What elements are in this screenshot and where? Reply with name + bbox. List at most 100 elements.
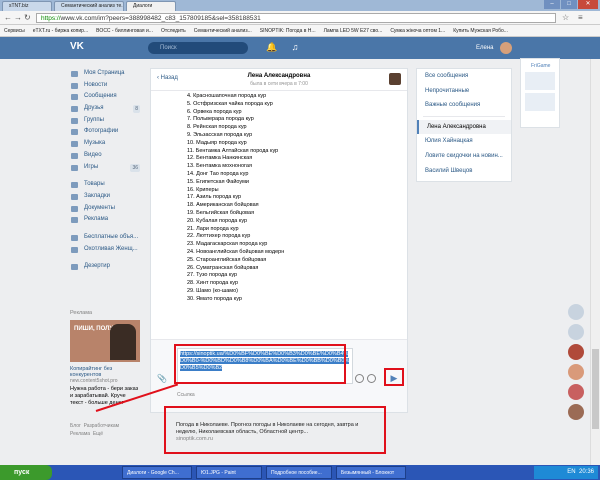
dialog-item[interactable]: Ловите скидочки на новин... bbox=[417, 149, 511, 164]
star-icon[interactable]: ☆ bbox=[562, 13, 569, 22]
paperclip-icon[interactable]: 📎 bbox=[157, 374, 167, 384]
avatar[interactable] bbox=[500, 42, 512, 54]
vk-logo[interactable]: VK bbox=[70, 41, 86, 55]
footer-link[interactable]: Реклама bbox=[70, 431, 90, 437]
music-icon[interactable]: ♫ bbox=[290, 42, 300, 52]
browser-tab-active[interactable]: Диалоги bbox=[126, 1, 176, 11]
bookmark-item[interactable]: BOCC - биллинговая и... bbox=[92, 25, 157, 36]
footer-link[interactable]: Разработчикам bbox=[84, 423, 120, 429]
maximize-icon[interactable]: □ bbox=[561, 0, 577, 9]
bookmark-item[interactable]: SINOPTIK: Погода в Н... bbox=[256, 25, 320, 36]
message-line: 23. Мадагаскарская порода кур bbox=[187, 241, 268, 248]
forward-arrow-icon[interactable]: → bbox=[14, 13, 22, 22]
link-preview: Ссылка bbox=[177, 392, 377, 410]
chat-contact-name[interactable]: Лена Александровна bbox=[151, 73, 407, 79]
close-icon[interactable]: ✕ bbox=[578, 0, 598, 9]
ad-image[interactable]: ПИШИ, ПОЛУЧАЙ bbox=[70, 320, 140, 362]
browser-tab[interactable]: Семантический анализ те... bbox=[54, 1, 124, 11]
video-icon bbox=[71, 152, 78, 159]
send-button[interactable]: ▶ bbox=[387, 372, 401, 384]
url-field[interactable]: https://www.vk.com/im?peers=388998482_c8… bbox=[36, 13, 556, 23]
sidebar-item-app[interactable]: Дезертир bbox=[70, 261, 140, 273]
sidebar-item-video[interactable]: Видео bbox=[70, 150, 140, 162]
filter-all-messages[interactable]: Все сообщения bbox=[417, 69, 511, 84]
sidebar-item-label: Документы bbox=[84, 204, 115, 211]
menu-icon[interactable]: ≡ bbox=[578, 13, 583, 22]
taskbar-item[interactable]: Ю1.JPG - Paint bbox=[196, 466, 262, 479]
bookmark-item[interactable]: Купить Мужская Робо... bbox=[449, 25, 512, 36]
start-button[interactable]: пуск bbox=[0, 465, 52, 480]
search-input[interactable]: Поиск bbox=[148, 42, 248, 54]
sidebar-item-friends[interactable]: Друзья 8 bbox=[70, 103, 140, 115]
chat-head-icon[interactable] bbox=[568, 304, 584, 320]
message-line: 11. Бентамка Алтайская порода кур bbox=[187, 147, 279, 154]
sidebar-item-label: Музыка bbox=[84, 140, 106, 147]
user-name[interactable]: Елена bbox=[476, 45, 494, 51]
chat-head-icon[interactable] bbox=[568, 384, 584, 400]
sidebar-item-music[interactable]: Музыка bbox=[70, 138, 140, 150]
sidebar-item-group[interactable]: Бесплатные объя... bbox=[70, 232, 140, 244]
filter-unread[interactable]: Непрочитанные bbox=[417, 84, 511, 99]
taskbar-item[interactable]: Безымянный - Блокнот bbox=[336, 466, 406, 479]
sidebar-item-news[interactable]: Новости bbox=[70, 80, 140, 92]
bookmark-item[interactable]: Отследить bbox=[157, 25, 190, 36]
chat-header: ‹ Назад Лена Александровна была в сети в… bbox=[151, 69, 407, 91]
footer-link[interactable]: Блог bbox=[70, 423, 81, 429]
taskbar-item[interactable]: Подробное пособие... bbox=[266, 466, 332, 479]
chat-head-icon[interactable] bbox=[568, 344, 584, 360]
message-list: 4. Красношапочная порода кур 5. Остфризск… bbox=[187, 93, 387, 304]
ad-photo bbox=[110, 324, 136, 360]
filter-important[interactable]: Важные сообщения bbox=[417, 98, 511, 113]
dialog-item-active[interactable]: Лена Александровна bbox=[417, 119, 511, 135]
dialog-item[interactable]: Юлия Хайнацкая bbox=[417, 134, 511, 149]
minimize-icon[interactable]: – bbox=[544, 0, 560, 9]
message-line: 4. Красношапочная порода кур bbox=[187, 93, 267, 99]
dialog-item[interactable]: Василий Швецов bbox=[417, 164, 511, 179]
bookmark-item[interactable]: Сервисы bbox=[0, 25, 29, 36]
sidebar-item-groups[interactable]: Группы bbox=[70, 115, 140, 127]
game-widget[interactable]: FriGame bbox=[520, 58, 560, 128]
sidebar-item-my-page[interactable]: Моя Страница bbox=[70, 68, 140, 80]
messages-icon bbox=[71, 94, 78, 101]
link-preview-card[interactable]: Погода в Николаеве. Прогноз погоды в Ник… bbox=[176, 422, 372, 448]
ad-title[interactable]: Копирайтинг без конкурентов bbox=[70, 366, 140, 378]
sidebar-item-bookmarks[interactable]: Закладки bbox=[70, 191, 140, 203]
url-scheme: https:// bbox=[41, 15, 61, 22]
back-arrow-icon[interactable]: ← bbox=[4, 13, 12, 22]
chat-head-icon[interactable] bbox=[568, 404, 584, 420]
bookmark-item[interactable]: eTXT.ru - биржа копир... bbox=[29, 25, 92, 36]
sidebar-item-label: Реклама bbox=[84, 216, 109, 223]
message-line: 25. Староанглийская бойцовая bbox=[187, 256, 267, 263]
sidebar-item-label: Охотливая Женщ... bbox=[84, 245, 138, 252]
sticker-icon[interactable] bbox=[355, 374, 364, 383]
vk-header: VK Поиск 🔔 ♫ Елена bbox=[0, 37, 600, 59]
news-icon bbox=[71, 82, 78, 89]
bookmark-item[interactable]: Лампа LED 5W E27 сво... bbox=[320, 25, 387, 36]
bookmark-item[interactable]: Семантический анализ... bbox=[190, 25, 256, 36]
avatar[interactable] bbox=[389, 73, 401, 85]
sidebar-item-goods[interactable]: Товары bbox=[70, 179, 140, 191]
sidebar-item-messages[interactable]: Сообщения bbox=[70, 91, 140, 103]
game-widget-title: FriGame bbox=[531, 63, 551, 69]
bookmark-item[interactable]: Сумка жіноча оптом 1... bbox=[386, 25, 449, 36]
sidebar-item-documents[interactable]: Документы bbox=[70, 203, 140, 215]
games-icon bbox=[71, 164, 78, 171]
chat-head-icon[interactable] bbox=[568, 324, 584, 340]
message-input[interactable]: https://sinoptik.ua/%D0%BF%D0%BE%D0%B3%D… bbox=[177, 348, 353, 384]
reload-icon[interactable]: ↻ bbox=[24, 13, 31, 22]
page-scrollbar[interactable] bbox=[590, 59, 600, 465]
emoji-icon[interactable] bbox=[367, 374, 376, 383]
taskbar-item[interactable]: Диалоги - Google Ch... bbox=[122, 466, 192, 479]
language-indicator[interactable]: EN bbox=[567, 469, 575, 475]
footer-link[interactable]: Ещё bbox=[93, 431, 103, 437]
sidebar-item-photos[interactable]: Фотографии bbox=[70, 126, 140, 138]
sidebar-item-ads[interactable]: Реклама bbox=[70, 214, 140, 226]
sidebar-item-games[interactable]: Игры 36 bbox=[70, 162, 140, 174]
bell-icon[interactable]: 🔔 bbox=[266, 42, 277, 52]
chat-head-icon[interactable] bbox=[568, 364, 584, 380]
scrollbar-thumb[interactable] bbox=[592, 349, 599, 429]
ad-block[interactable]: Реклама ПИШИ, ПОЛУЧАЙ Копирайтинг без ко… bbox=[70, 310, 140, 407]
system-tray: EN 20:36 bbox=[534, 466, 598, 479]
sidebar-item-group[interactable]: Охотливая Женщ... bbox=[70, 244, 140, 256]
browser-tab[interactable]: sTNT.biz bbox=[2, 1, 52, 11]
